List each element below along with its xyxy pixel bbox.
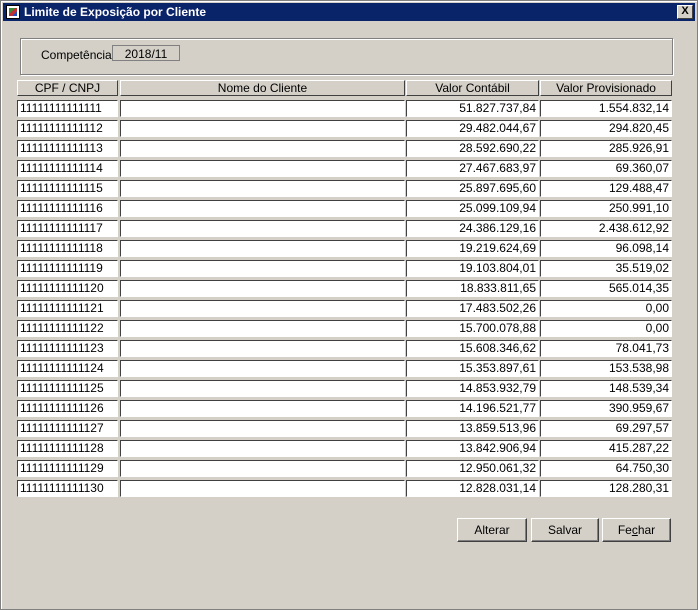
cell-cpf[interactable]: 11111111111115 xyxy=(17,180,118,197)
cell-valor-contabil[interactable]: 15.608.346,62 xyxy=(406,340,539,357)
cell-valor-provisionado[interactable]: 128.280,31 xyxy=(540,480,672,497)
cell-nome[interactable] xyxy=(120,220,405,237)
cell-nome[interactable] xyxy=(120,440,405,457)
cell-nome[interactable] xyxy=(120,300,405,317)
cell-valor-contabil[interactable]: 27.467.683,97 xyxy=(406,160,539,177)
cell-nome[interactable] xyxy=(120,420,405,437)
cell-cpf[interactable]: 11111111111111 xyxy=(17,100,118,117)
cell-nome[interactable] xyxy=(120,480,405,497)
column-header-valor-provisionado[interactable]: Valor Provisionado xyxy=(540,80,672,96)
cell-valor-provisionado[interactable]: 35.519,02 xyxy=(540,260,672,277)
cell-cpf[interactable]: 11111111111112 xyxy=(17,120,118,137)
fechar-button[interactable]: Fechar xyxy=(602,518,671,542)
cell-valor-provisionado[interactable]: 294.820,45 xyxy=(540,120,672,137)
competencia-label: Competência xyxy=(41,48,112,62)
cell-valor-provisionado[interactable]: 250.991,10 xyxy=(540,200,672,217)
cell-cpf[interactable]: 11111111111125 xyxy=(17,380,118,397)
column-header-cpf[interactable]: CPF / CNPJ xyxy=(17,80,118,96)
cell-cpf[interactable]: 11111111111128 xyxy=(17,440,118,457)
column-header-valor-contabil[interactable]: Valor Contábil xyxy=(406,80,539,96)
fechar-label-post: har xyxy=(637,523,656,537)
cell-valor-contabil[interactable]: 13.859.513,96 xyxy=(406,420,539,437)
cell-valor-provisionado[interactable]: 285.926,91 xyxy=(540,140,672,157)
cell-nome[interactable] xyxy=(120,260,405,277)
cell-valor-contabil[interactable]: 19.219.624,69 xyxy=(406,240,539,257)
cell-valor-contabil[interactable]: 28.592.690,22 xyxy=(406,140,539,157)
cell-valor-provisionado[interactable]: 1.554.832,14 xyxy=(540,100,672,117)
cell-valor-provisionado[interactable]: 2.438.612,92 xyxy=(540,220,672,237)
cell-nome[interactable] xyxy=(120,240,405,257)
cell-cpf[interactable]: 11111111111116 xyxy=(17,200,118,217)
cell-nome[interactable] xyxy=(120,160,405,177)
cell-valor-contabil[interactable]: 25.897.695,60 xyxy=(406,180,539,197)
cell-valor-provisionado[interactable]: 148.539,34 xyxy=(540,380,672,397)
cell-cpf[interactable]: 11111111111124 xyxy=(17,360,118,377)
cell-valor-provisionado[interactable]: 129.488,47 xyxy=(540,180,672,197)
cell-valor-provisionado[interactable]: 153.538,98 xyxy=(540,360,672,377)
cell-valor-provisionado[interactable]: 96.098,14 xyxy=(540,240,672,257)
cell-valor-contabil[interactable]: 17.483.502,26 xyxy=(406,300,539,317)
cell-cpf[interactable]: 11111111111113 xyxy=(17,140,118,157)
close-button[interactable]: X xyxy=(677,5,693,19)
cell-valor-contabil[interactable]: 15.700.078,88 xyxy=(406,320,539,337)
alterar-button[interactable]: Alterar xyxy=(457,518,527,542)
cell-valor-contabil[interactable]: 18.833.811,65 xyxy=(406,280,539,297)
cell-cpf[interactable]: 11111111111114 xyxy=(17,160,118,177)
cell-nome[interactable] xyxy=(120,320,405,337)
cell-nome[interactable] xyxy=(120,140,405,157)
cell-valor-provisionado[interactable]: 565.014,35 xyxy=(540,280,672,297)
cell-cpf[interactable]: 11111111111130 xyxy=(17,480,118,497)
cell-valor-contabil[interactable]: 14.853.932,79 xyxy=(406,380,539,397)
cell-cpf[interactable]: 11111111111117 xyxy=(17,220,118,237)
fechar-label-pre: Fe xyxy=(617,523,632,537)
cell-valor-contabil[interactable]: 29.482.044,67 xyxy=(406,120,539,137)
cell-valor-contabil[interactable]: 15.353.897,61 xyxy=(406,360,539,377)
cell-nome[interactable] xyxy=(120,460,405,477)
cell-valor-contabil[interactable]: 51.827.737,84 xyxy=(406,100,539,117)
cell-valor-contabil[interactable]: 12.950.061,32 xyxy=(406,460,539,477)
cell-valor-provisionado[interactable]: 415.287,22 xyxy=(540,440,672,457)
cell-cpf[interactable]: 11111111111121 xyxy=(17,300,118,317)
cell-cpf[interactable]: 11111111111120 xyxy=(17,280,118,297)
competencia-field[interactable]: 2018/11 xyxy=(112,45,180,61)
cell-valor-provisionado[interactable]: 390.959,67 xyxy=(540,400,672,417)
window-title: Limite de Exposição por Cliente xyxy=(24,5,207,19)
cell-nome[interactable] xyxy=(120,200,405,217)
cell-nome[interactable] xyxy=(120,360,405,377)
cell-cpf[interactable]: 11111111111123 xyxy=(17,340,118,357)
cell-nome[interactable] xyxy=(120,400,405,417)
cell-cpf[interactable]: 11111111111119 xyxy=(17,260,118,277)
cell-nome[interactable] xyxy=(120,340,405,357)
cell-valor-contabil[interactable]: 19.103.804,01 xyxy=(406,260,539,277)
cell-cpf[interactable]: 11111111111122 xyxy=(17,320,118,337)
cell-cpf[interactable]: 11111111111118 xyxy=(17,240,118,257)
cell-valor-contabil[interactable]: 13.842.906,94 xyxy=(406,440,539,457)
cell-valor-provisionado[interactable]: 69.360,07 xyxy=(540,160,672,177)
cell-nome[interactable] xyxy=(120,120,405,137)
cell-valor-provisionado[interactable]: 64.750,30 xyxy=(540,460,672,477)
cell-valor-contabil[interactable]: 12.828.031,14 xyxy=(406,480,539,497)
cell-valor-contabil[interactable]: 25.099.109,94 xyxy=(406,200,539,217)
cell-valor-contabil[interactable]: 14.196.521,77 xyxy=(406,400,539,417)
app-icon xyxy=(6,5,20,19)
cell-valor-contabil[interactable]: 24.386.129,16 xyxy=(406,220,539,237)
cell-nome[interactable] xyxy=(120,380,405,397)
cell-valor-provisionado[interactable]: 0,00 xyxy=(540,300,672,317)
cell-cpf[interactable]: 11111111111127 xyxy=(17,420,118,437)
cell-nome[interactable] xyxy=(120,280,405,297)
cell-cpf[interactable]: 11111111111126 xyxy=(17,400,118,417)
column-header-nome[interactable]: Nome do Cliente xyxy=(120,80,405,96)
cell-valor-provisionado[interactable]: 69.297,57 xyxy=(540,420,672,437)
exposure-limit-window: Limite de Exposição por Cliente X Compet… xyxy=(0,0,698,610)
cell-valor-provisionado[interactable]: 78.041,73 xyxy=(540,340,672,357)
cell-cpf[interactable]: 11111111111129 xyxy=(17,460,118,477)
cell-valor-provisionado[interactable]: 0,00 xyxy=(540,320,672,337)
filter-group: Competência 2018/11 xyxy=(20,38,673,75)
title-bar[interactable]: Limite de Exposição por Cliente X xyxy=(3,3,695,21)
cell-nome[interactable] xyxy=(120,100,405,117)
salvar-button[interactable]: Salvar xyxy=(531,518,599,542)
cell-nome[interactable] xyxy=(120,180,405,197)
